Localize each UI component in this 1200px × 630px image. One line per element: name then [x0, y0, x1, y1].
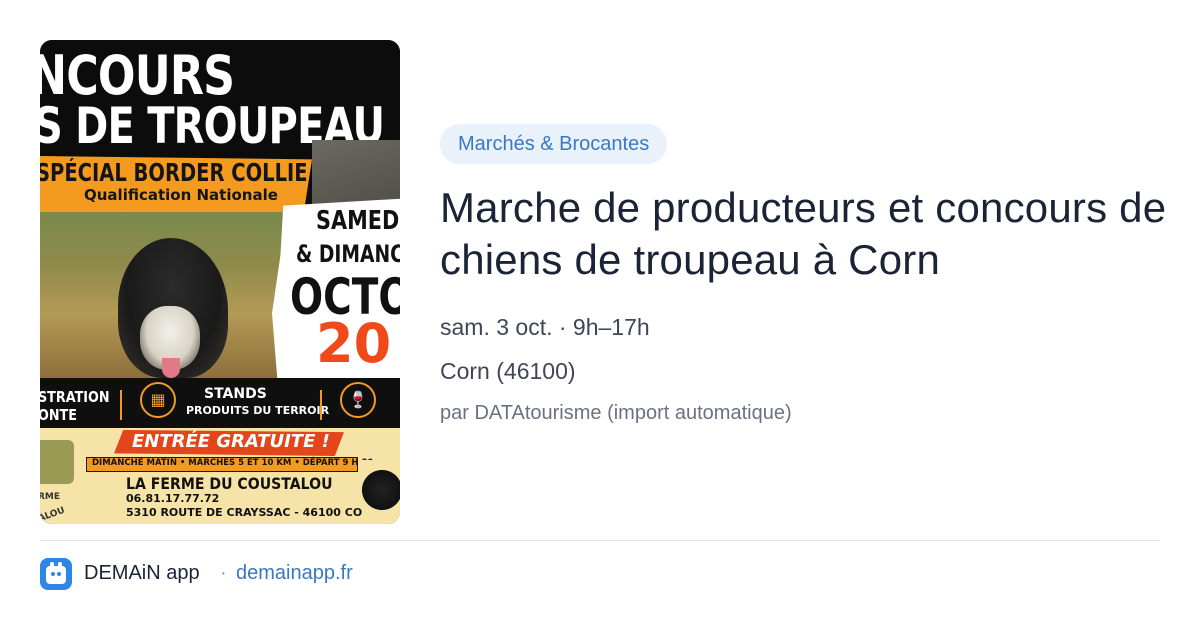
- event-poster-image[interactable]: NCOURS S DE TROUPEAU SPÉCIAL BORDER COLL…: [40, 40, 400, 524]
- calendar-eye: [57, 572, 61, 576]
- cutlery-wine-icon: 🍷: [340, 382, 376, 418]
- poster-farm-name: LA FERME DU COUSTALOU: [126, 474, 333, 493]
- calendar-glyph: [46, 566, 66, 584]
- poster-separator: [120, 390, 122, 420]
- calendar-eye: [51, 572, 55, 576]
- poster-year-text: 20: [316, 312, 392, 375]
- poster-qualification-text: Qualification Nationale: [84, 186, 278, 204]
- footer-divider: [40, 540, 1160, 541]
- poster-band-left-line1: STRATION: [40, 388, 110, 406]
- border-collie-tongue: [162, 358, 180, 378]
- poster-entree-text: ENTRÉE GRATUITE !: [132, 431, 330, 452]
- calendar-ring: [58, 562, 62, 569]
- poster-dimanche-matin-text: DIMANCHE MATIN • MARCHES 5 ET 10 KM • DÉ…: [92, 458, 374, 468]
- poster-phone: 06.81.17.77.72: [126, 492, 220, 505]
- calendar-ring: [50, 562, 54, 569]
- event-title[interactable]: Marche de producteurs et concours de chi…: [440, 182, 1180, 286]
- poster-samedi-text: SAMED: [316, 206, 400, 236]
- app-domain-link[interactable]: demainapp.fr: [236, 562, 353, 585]
- poster-stands-subtitle: PRODUITS DU TERROIR: [186, 404, 330, 417]
- app-name: DEMAiN app: [84, 562, 200, 584]
- poster-left-text-1: RME: [40, 492, 61, 502]
- poster-dog-illustration: [362, 460, 400, 520]
- footer-separator: ·: [220, 562, 227, 584]
- event-date-time: sam. 3 oct. · 9h–17h: [440, 314, 650, 340]
- event-source: par DATAtourisme (import automatique): [440, 402, 792, 424]
- poster-band-left-line2: ONTE: [40, 406, 77, 424]
- poster-dimanche-text: & DIMANC: [296, 240, 400, 268]
- demain-app-icon[interactable]: [40, 558, 72, 590]
- poster-stands-title: STANDS: [204, 386, 267, 402]
- poster-special-text: SPÉCIAL BORDER COLLIE: [40, 158, 308, 187]
- market-stall-icon: ▦: [140, 382, 176, 418]
- poster-address: 5310 ROUTE DE CRAYSSAC - 46100 CORN: [126, 506, 380, 519]
- category-badge[interactable]: Marchés & Brocantes: [440, 124, 668, 164]
- event-location: Corn (46100): [440, 358, 576, 384]
- poster-farm-illustration: [40, 440, 74, 484]
- poster-separator: [320, 390, 322, 420]
